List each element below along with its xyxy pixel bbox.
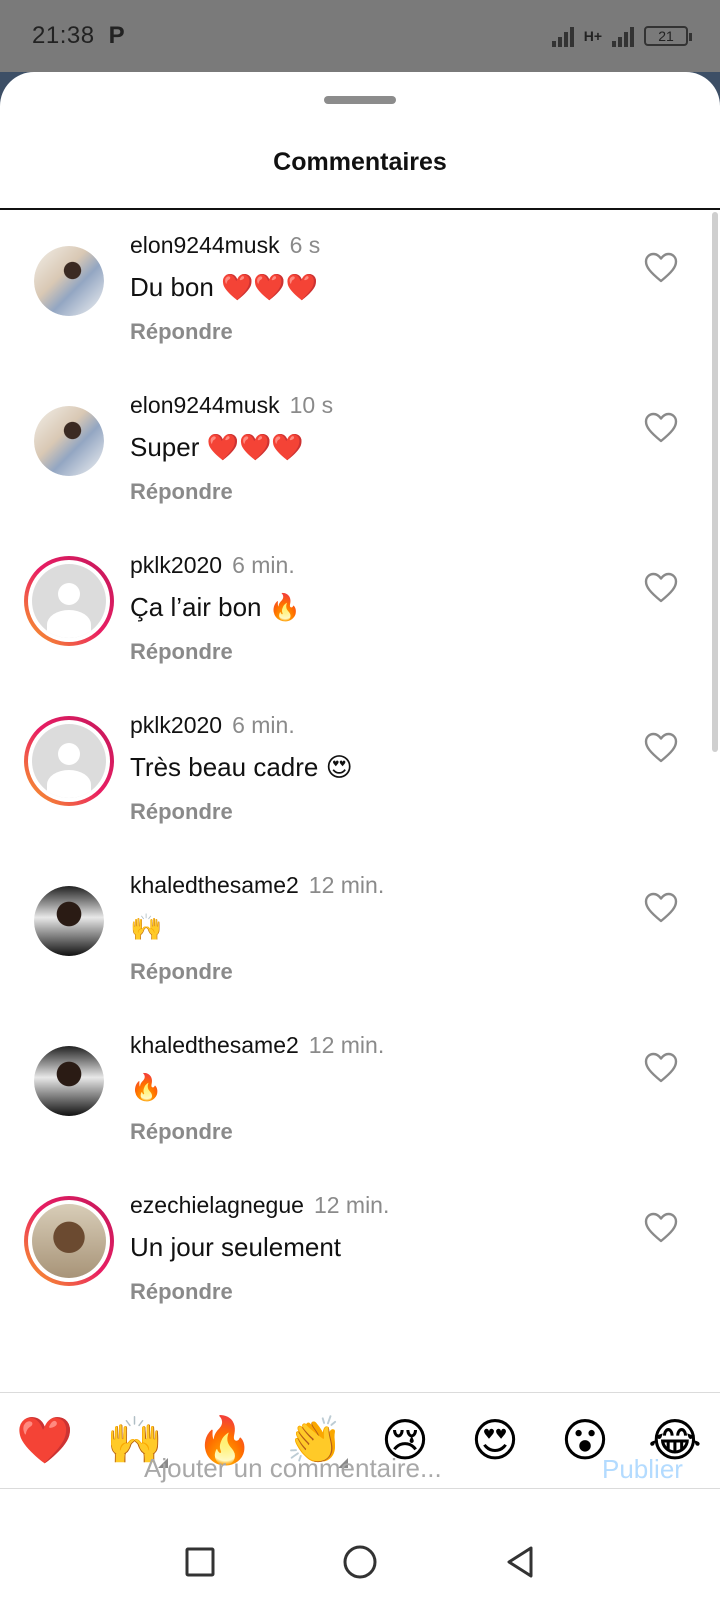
avatar-photo <box>34 246 104 316</box>
sheet-title: Commentaires <box>273 148 447 176</box>
comment-username[interactable]: khaledthesame2 <box>130 1032 299 1058</box>
comment-username[interactable]: ezechielagnegue <box>130 1192 304 1218</box>
status-time: 21:38 <box>32 22 95 49</box>
status-indicators: H+ 21 <box>551 25 692 47</box>
avatar-photo <box>34 886 104 956</box>
heart-outline-icon[interactable] <box>644 572 678 604</box>
comment-text: Très beau cadre 😍 <box>130 752 353 782</box>
avatar-photo <box>34 406 104 476</box>
comment-item[interactable]: pklk2020 6 min. Très beau cadre 😍 Répondre <box>0 692 720 852</box>
reply-button[interactable]: Répondre <box>130 319 233 345</box>
circle-icon <box>343 1545 377 1579</box>
comment-avatar[interactable] <box>24 716 114 806</box>
comment-header: pklk2020 6 min. <box>130 552 295 579</box>
comment-timestamp: 12 min. <box>308 872 385 898</box>
comment-timestamp: 12 min. <box>313 1192 390 1218</box>
comment-avatar[interactable] <box>24 556 114 646</box>
title-divider <box>0 208 720 210</box>
comment-username[interactable]: pklk2020 <box>130 712 222 738</box>
comment-text: Super ❤️❤️❤️ <box>130 432 304 462</box>
comment-header: pklk2020 6 min. <box>130 712 295 739</box>
comment-username[interactable]: pklk2020 <box>130 552 222 578</box>
comment-item[interactable]: khaledthesame2 12 min. 🔥 Répondre <box>0 1012 720 1172</box>
comment-timestamp: 6 min. <box>232 712 295 738</box>
avatar-photo <box>34 1046 104 1116</box>
heart-outline-icon[interactable] <box>644 1052 678 1084</box>
avatar-photo <box>32 724 106 798</box>
comment-header: ezechielagnegue 12 min. <box>130 1192 389 1219</box>
comment-header: khaledthesame2 12 min. <box>130 872 384 899</box>
square-icon <box>185 1547 215 1577</box>
comment-item[interactable]: elon9244musk 10 s Super ❤️❤️❤️ Répondre <box>0 372 720 532</box>
comment-text: 🔥 <box>130 1072 163 1102</box>
heart-outline-icon[interactable] <box>644 252 678 284</box>
publish-button[interactable]: Publier <box>602 1454 683 1485</box>
nav-recent-button[interactable] <box>180 1542 220 1582</box>
nav-back-button[interactable] <box>500 1542 540 1582</box>
avatar-photo <box>32 1204 106 1278</box>
comment-avatar[interactable] <box>24 1196 114 1286</box>
comments-list[interactable]: elon9244musk 6 s Du bon ❤️❤️❤️ Répondre elon… <box>0 212 720 1392</box>
comment-username[interactable]: elon9244musk <box>130 392 280 418</box>
signal-strength-2-icon <box>612 25 634 47</box>
avatar-head <box>57 743 81 766</box>
heart-outline-icon[interactable] <box>644 412 678 444</box>
avatar-body <box>46 609 92 638</box>
heart-outline-icon[interactable] <box>644 892 678 924</box>
system-nav-bar <box>0 1512 720 1612</box>
comment-timestamp: 12 min. <box>308 1032 385 1058</box>
comment-header: elon9244musk 6 s <box>130 232 320 259</box>
comment-username[interactable]: khaledthesame2 <box>130 872 299 898</box>
reply-button[interactable]: Répondre <box>130 959 233 985</box>
network-type-label: H+ <box>583 28 602 44</box>
comment-input[interactable] <box>144 1448 584 1488</box>
avatar-photo <box>32 564 106 638</box>
comment-avatar[interactable] <box>34 1046 104 1116</box>
comment-text: Du bon ❤️❤️❤️ <box>130 272 319 302</box>
comment-header: khaledthesame2 12 min. <box>130 1032 384 1059</box>
reply-button[interactable]: Répondre <box>130 639 233 665</box>
network-type-icon: H+ <box>583 28 602 44</box>
signal-strength-icon <box>551 25 574 47</box>
comment-item[interactable]: elon9244musk 6 s Du bon ❤️❤️❤️ Répondre <box>0 212 720 372</box>
nav-home-button[interactable] <box>340 1542 380 1582</box>
comment-text: Un jour seulement <box>130 1232 341 1262</box>
comments-sheet: Commentaires elon9244musk 6 s Du bon ❤️❤️❤… <box>0 72 720 1612</box>
avatar-head <box>57 583 81 606</box>
avatar-body <box>46 769 92 798</box>
battery-level: 21 <box>658 28 674 44</box>
comment-text: 🙌 <box>130 912 163 942</box>
comment-avatar[interactable] <box>34 246 104 316</box>
comment-timestamp: 6 min. <box>232 552 295 578</box>
comment-timestamp: 10 s <box>289 392 334 418</box>
scrollbar[interactable] <box>712 212 718 752</box>
comment-item[interactable]: khaledthesame2 12 min. 🙌 Répondre <box>0 852 720 1012</box>
reply-button[interactable]: Répondre <box>130 799 233 825</box>
status-bar: 21:38 P H+ 21 <box>0 0 720 72</box>
heart-outline-icon[interactable] <box>644 732 678 764</box>
battery-icon: 21 <box>644 26 692 46</box>
comment-item[interactable]: pklk2020 6 min. Ça l’air bon 🔥 Répondre <box>0 532 720 692</box>
triangle-back-icon <box>507 1546 533 1578</box>
heart-outline-icon[interactable] <box>644 1212 678 1244</box>
comment-text: Ça l’air bon 🔥 <box>130 592 302 622</box>
comment-avatar[interactable] <box>34 886 104 956</box>
reply-button[interactable]: Répondre <box>130 1119 233 1145</box>
comment-avatar[interactable] <box>34 406 104 476</box>
sheet-drag-handle[interactable] <box>324 96 396 104</box>
app-notification-icon: P <box>108 22 125 49</box>
current-user-avatar <box>34 1432 104 1502</box>
comment-username[interactable]: elon9244musk <box>130 232 280 258</box>
input-divider <box>0 1488 720 1489</box>
reply-button[interactable]: Répondre <box>130 1279 233 1305</box>
comment-item[interactable]: ezechielagnegue 12 min. Un jour seulement R… <box>0 1172 720 1332</box>
comment-header: elon9244musk 10 s <box>130 392 333 419</box>
reply-button[interactable]: Répondre <box>130 479 233 505</box>
comment-timestamp: 6 s <box>289 232 321 258</box>
